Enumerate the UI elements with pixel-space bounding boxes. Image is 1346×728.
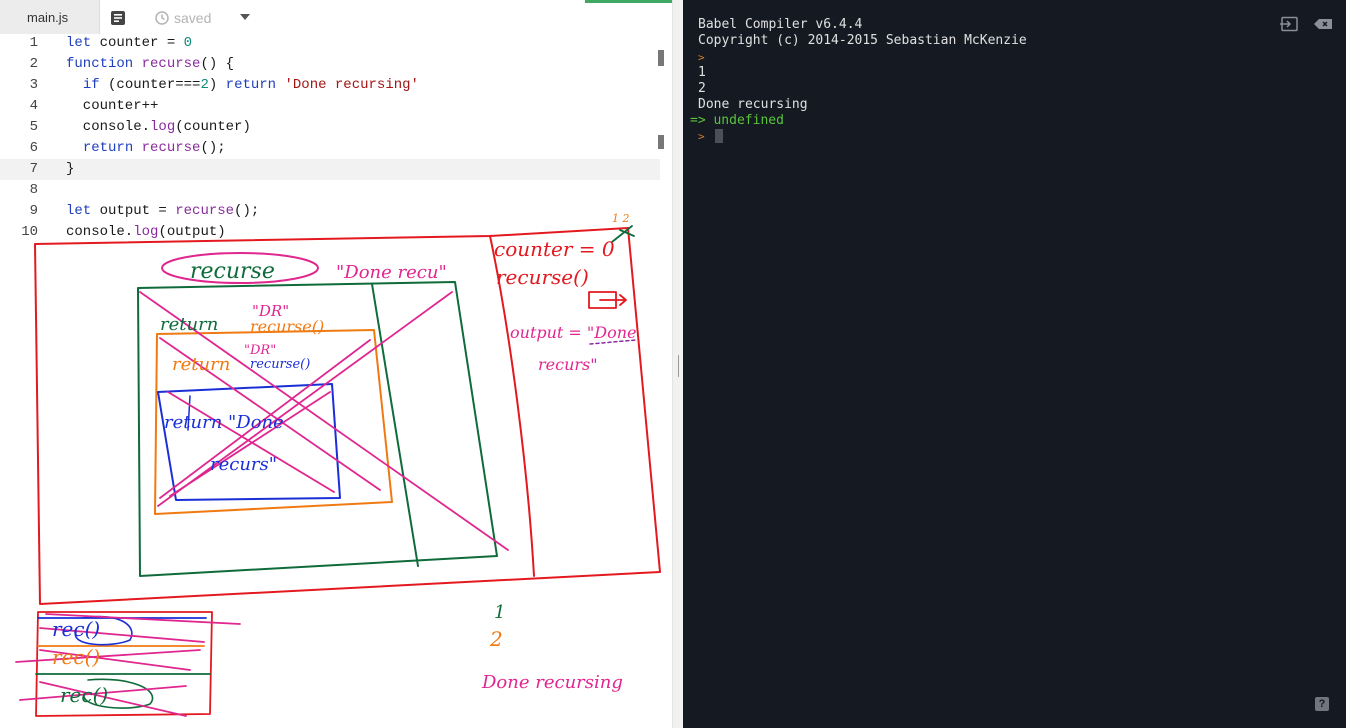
memory-output-cont: recurs": [538, 355, 598, 374]
help-icon[interactable]: ?: [1315, 697, 1329, 711]
cross-out: [15, 649, 201, 663]
frame3-value: recurs": [210, 454, 277, 475]
memory-output: output = "Done: [510, 323, 637, 342]
stack-mid-label: rec(): [52, 645, 100, 669]
console-output: Done recursing: [698, 97, 808, 112]
stack-top-label: rec(): [52, 617, 100, 641]
drawing-annotations: recurse "Done recu" return "DR" recurse(…: [15, 212, 661, 717]
console-result: => undefined: [690, 113, 784, 128]
editor-pane: main.js saved 1 let counter = 0 2 functi…: [0, 0, 672, 728]
memory-counter-updates: 1 2: [612, 212, 630, 225]
console-prompt: >: [698, 51, 705, 64]
output-note-2: 2: [489, 627, 503, 651]
stack-bottom-label: rec(): [60, 683, 108, 707]
frame2-call: recurse(): [250, 357, 310, 372]
console-prompt: >: [698, 130, 705, 143]
memory-counter: counter = 0: [494, 237, 615, 261]
divider-grip[interactable]: [678, 355, 679, 377]
frame3-return: return "Done: [164, 412, 284, 433]
frame2-value: "DR": [244, 343, 276, 358]
memory-recurse: recurse(): [496, 265, 589, 289]
outer-label: recurse: [190, 259, 275, 284]
console-copyright: Copyright (c) 2014-2015 Sebastian McKenz…: [698, 33, 1027, 48]
console-cursor[interactable]: [715, 129, 723, 143]
console-pane[interactable]: Babel Compiler v6.4.4 Copyright (c) 2014…: [683, 0, 1346, 728]
pointer-arrow: [599, 294, 627, 306]
output-note-done: Done recursing: [481, 672, 623, 693]
frame2-return: return: [172, 354, 230, 375]
frame1-call: recurse(): [250, 317, 324, 336]
pane-divider[interactable]: [672, 0, 683, 728]
frame1-divider: [371, 283, 419, 567]
exit-icon[interactable]: [1279, 16, 1299, 32]
clear-icon[interactable]: [1313, 16, 1333, 32]
console-header: Babel Compiler v6.4.4: [698, 17, 863, 32]
frame1-return: return: [160, 314, 218, 335]
output-note-1: 1: [494, 602, 505, 623]
console-output: 2: [698, 81, 706, 96]
console-output: 1: [698, 65, 706, 80]
outer-value: "Done recu": [336, 262, 447, 283]
